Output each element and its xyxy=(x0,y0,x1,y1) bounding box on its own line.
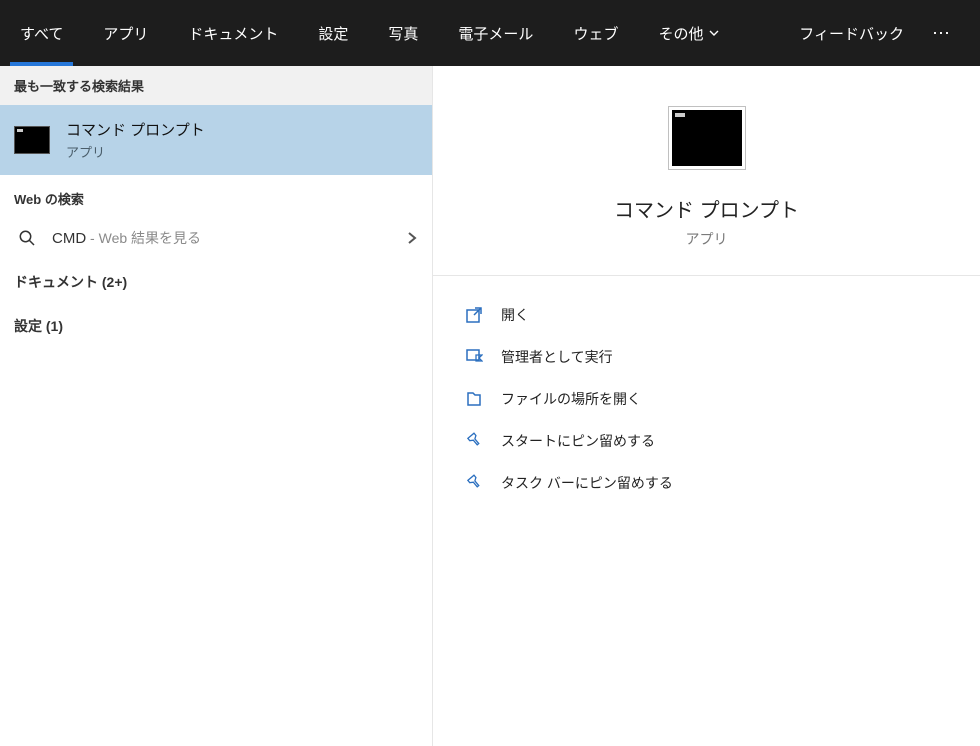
best-match-item[interactable]: コマンド プロンプト アプリ xyxy=(0,105,432,175)
chevron-down-icon xyxy=(709,28,719,38)
preview-pane: コマンド プロンプト アプリ 開く 管理者として実行 ファイルの場所 xyxy=(432,66,980,746)
nav-tabs: すべて アプリ ドキュメント 設定 写真 電子メール ウェブ その他 xyxy=(0,0,799,66)
tab-label: 設定 xyxy=(318,23,348,44)
action-label: 管理者として実行 xyxy=(501,347,613,367)
action-pin-taskbar[interactable]: タスク バーにピン留めする xyxy=(461,462,952,504)
tab-label: 写真 xyxy=(388,23,418,44)
preview-header: コマンド プロンプト アプリ xyxy=(433,66,980,276)
category-documents[interactable]: ドキュメント (2+) xyxy=(0,260,432,304)
cmd-icon xyxy=(672,110,742,166)
best-match-labels: コマンド プロンプト アプリ xyxy=(66,119,205,161)
action-run-admin[interactable]: 管理者として実行 xyxy=(461,336,952,378)
tab-photos[interactable]: 写真 xyxy=(368,0,438,66)
main-split: 最も一致する検索結果 コマンド プロンプト アプリ Web の検索 CMD - … xyxy=(0,66,980,746)
feedback-link[interactable]: フィードバック xyxy=(799,23,904,44)
web-search-header: Web の検索 xyxy=(0,175,432,216)
action-label: スタートにピン留めする xyxy=(501,431,655,451)
tab-settings[interactable]: 設定 xyxy=(298,0,368,66)
tab-apps[interactable]: アプリ xyxy=(83,0,168,66)
action-label: タスク バーにピン留めする xyxy=(501,473,673,493)
tab-label: その他 xyxy=(658,23,703,44)
tab-label: 電子メール xyxy=(458,23,533,44)
tab-email[interactable]: 電子メール xyxy=(438,0,553,66)
web-search-item[interactable]: CMD - Web 結果を見る xyxy=(0,216,432,260)
preview-icon-frame xyxy=(668,106,746,170)
action-label: 開く xyxy=(501,305,529,325)
web-search-text: CMD - Web 結果を見る xyxy=(52,228,390,248)
chevron-right-icon xyxy=(406,231,418,245)
best-match-subtitle: アプリ xyxy=(66,142,205,161)
preview-title: コマンド プロンプト xyxy=(614,194,799,223)
top-nav: すべて アプリ ドキュメント 設定 写真 電子メール ウェブ その他 フィードバ… xyxy=(0,0,980,66)
tab-label: ドキュメント xyxy=(188,23,278,44)
action-label: ファイルの場所を開く xyxy=(501,389,641,409)
results-pane: 最も一致する検索結果 コマンド プロンプト アプリ Web の検索 CMD - … xyxy=(0,66,432,746)
top-right: フィードバック ⋯ xyxy=(799,23,966,44)
tab-all[interactable]: すべて xyxy=(0,0,83,66)
best-match-header: 最も一致する検索結果 xyxy=(0,66,432,105)
tab-label: アプリ xyxy=(103,23,148,44)
actions-list: 開く 管理者として実行 ファイルの場所を開く スタートにピン留めする xyxy=(433,276,980,522)
category-settings[interactable]: 設定 (1) xyxy=(0,304,432,348)
preview-subtitle: アプリ xyxy=(686,229,728,249)
shield-icon xyxy=(465,348,483,366)
search-icon xyxy=(18,229,36,247)
best-match-title: コマンド プロンプト xyxy=(66,119,205,140)
open-icon xyxy=(465,306,483,324)
folder-icon xyxy=(465,390,483,408)
tab-more[interactable]: その他 xyxy=(638,0,739,66)
tab-documents[interactable]: ドキュメント xyxy=(168,0,298,66)
action-open[interactable]: 開く xyxy=(461,294,952,336)
action-pin-start[interactable]: スタートにピン留めする xyxy=(461,420,952,462)
cmd-icon xyxy=(14,126,50,154)
web-search-secondary: - Web 結果を見る xyxy=(86,230,201,246)
tab-label: ウェブ xyxy=(573,23,618,44)
pin-icon xyxy=(465,432,483,450)
tab-label: すべて xyxy=(20,23,63,44)
pin-icon xyxy=(465,474,483,492)
tab-web[interactable]: ウェブ xyxy=(553,0,638,66)
action-open-location[interactable]: ファイルの場所を開く xyxy=(461,378,952,420)
more-button[interactable]: ⋯ xyxy=(932,23,952,44)
web-search-query: CMD xyxy=(52,230,86,247)
